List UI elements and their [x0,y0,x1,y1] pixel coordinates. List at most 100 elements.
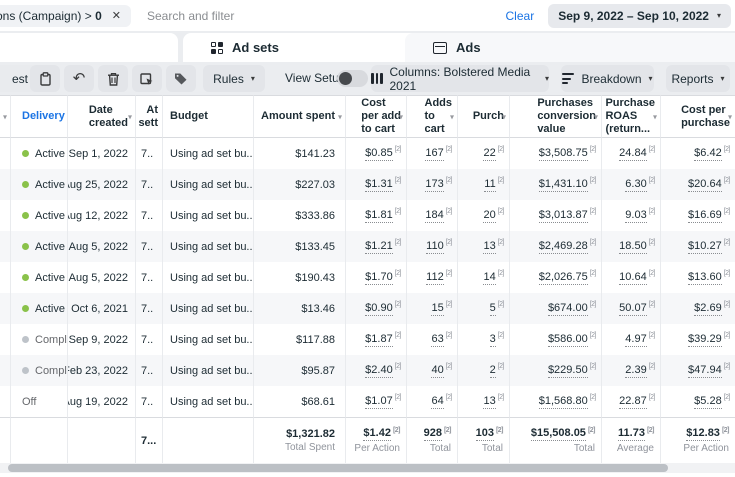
metric-value[interactable]: 63 [431,333,443,347]
metric-value[interactable]: $1.87 [365,333,393,347]
metric-value[interactable]: 110 [426,240,444,254]
metric-value[interactable]: $0.90 [365,302,393,316]
column-header-cost-per-purchase[interactable]: Cost per purchase▾ [660,95,735,138]
columns-button[interactable]: Columns: Bolstered Media 2021 ▾ [371,65,549,92]
metric-value[interactable]: $2.69 [694,302,722,316]
campaigns-tab-clipped[interactable] [0,33,178,62]
metric-value[interactable]: 167 [425,147,443,161]
metric-value[interactable]: 9.03 [625,209,646,223]
column-header-amount-spent[interactable]: Amount spent▾ [253,95,345,138]
tab-ad-sets[interactable]: Ad sets [183,33,428,62]
metric-value[interactable]: 184 [425,209,443,223]
duplicate-button[interactable] [30,65,60,92]
metric-value[interactable]: 20 [483,209,495,223]
metric-value[interactable]: 22.87 [619,395,647,409]
metric-value[interactable]: 5 [490,302,496,316]
horizontal-scrollbar-thumb[interactable] [8,464,668,472]
tag-button[interactable] [166,65,196,92]
breakdown-button[interactable]: Breakdown ▾ [561,65,654,92]
metric-value[interactable]: $10.27 [688,240,722,254]
metric-value[interactable]: 2 [490,364,496,378]
metric-value[interactable]: $13.60 [688,271,722,285]
metric-value[interactable]: $3,508.75 [539,147,588,161]
edit-button[interactable] [132,65,162,92]
metric-value[interactable]: $47.94 [688,364,722,378]
column-header-purchase-roas-return[interactable]: Purchase ROAS (return...▾ [601,95,660,138]
column-header-select[interactable]: ▾ [0,95,10,138]
metric-value[interactable]: $1.31 [365,178,393,192]
metric-value[interactable]: $229.50 [548,364,588,378]
column-header-date-created[interactable]: Date created▾ [67,95,135,138]
metric-value[interactable]: 6.30 [625,178,646,192]
metric-value[interactable]: 40 [431,364,443,378]
metric-value[interactable]: 928 [424,427,442,441]
metric-value[interactable]: $5.28 [694,395,722,409]
row-select-cell[interactable] [0,324,10,355]
metric-value[interactable]: 24.84 [619,147,647,161]
column-header-cost-per-add-to-cart[interactable]: Cost per add to cart▾ [345,95,406,138]
metric-value[interactable]: 11.73 [618,427,645,441]
metric-value[interactable]: $3,013.87 [539,209,588,223]
reports-button[interactable]: Reports ▾ [666,65,730,92]
active-filter-chip[interactable]: ons (Campaign) > 0 ✕ [0,5,131,27]
metric-value[interactable]: 18.50 [619,240,647,254]
metric-value[interactable]: $1.42 [363,427,391,441]
row-select-cell[interactable] [0,386,10,417]
column-header-at-sett[interactable]: At sett [135,95,162,138]
metric-value[interactable]: $2,026.75 [539,271,588,285]
close-icon[interactable]: ✕ [112,9,121,22]
metric-value[interactable]: 64 [431,395,443,409]
search-input[interactable] [145,8,506,24]
metric-value[interactable]: $6.42 [694,147,722,161]
metric-value[interactable]: 15 [431,302,443,316]
column-header-budget[interactable]: Budget [162,95,253,138]
metric-value[interactable]: $2,469.28 [539,240,588,254]
metric-value[interactable]: 22 [483,147,495,161]
metric-value[interactable]: 112 [426,271,444,285]
metric-value[interactable]: 13 [483,395,495,409]
metric-value[interactable]: 14 [483,271,495,285]
row-select-cell[interactable] [0,200,10,231]
metric-value[interactable]: $2.40 [365,364,393,378]
metric-value[interactable]: 11 [484,178,495,192]
date-range-selector[interactable]: Sep 9, 2022 – Sep 10, 2022 ▾ [548,4,731,28]
metric-value[interactable]: $586.00 [548,333,588,347]
metric-value[interactable]: $1,568.80 [539,395,588,409]
row-select-cell[interactable] [0,169,10,200]
metric-value[interactable]: $674.00 [548,302,588,316]
metric-value[interactable]: 173 [425,178,443,192]
metric-value[interactable]: 2.39 [625,364,646,378]
metric-value[interactable]: $1.70 [365,271,393,285]
metric-value[interactable]: $0.85 [365,147,393,161]
metric-value[interactable]: 50.07 [619,302,647,316]
metric-value[interactable]: $1,431.10 [539,178,588,192]
column-header-delivery[interactable]: Delivery↑ [10,95,67,138]
metric-value[interactable]: 103 [476,427,494,441]
metric-value[interactable]: $20.64 [688,178,722,192]
rules-button[interactable]: Rules ▾ [203,65,265,92]
row-select-cell[interactable] [0,138,10,169]
row-select-cell[interactable] [0,355,10,386]
view-setup-toggle[interactable] [337,70,368,87]
metric-value[interactable]: $39.29 [688,333,722,347]
row-select-cell[interactable] [0,262,10,293]
column-header-purch[interactable]: Purch▾ [457,95,509,138]
row-select-cell[interactable] [0,231,10,262]
tab-ads[interactable]: Ads [405,33,735,62]
clear-filters-button[interactable]: Clear [506,9,535,23]
metric-value[interactable]: $15,508.05 [531,427,586,441]
delete-button[interactable] [98,65,128,92]
metric-value[interactable]: $1.07 [365,395,393,409]
column-header-purchases-conversion-value[interactable]: Purchases conversion value▾ [509,95,601,138]
metric-value[interactable]: $12.83 [686,427,720,441]
metric-value[interactable]: $1.21 [365,240,393,254]
undo-button[interactable]: ↶ [64,65,94,92]
metric-value[interactable]: 13 [483,240,495,254]
row-select-cell[interactable] [0,293,10,324]
metric-value[interactable]: 10.64 [619,271,647,285]
column-header-adds-to-cart[interactable]: Adds to cart▾ [406,95,457,138]
metric-value[interactable]: 3 [490,333,496,347]
metric-value[interactable]: $1.81 [365,209,393,223]
metric-value[interactable]: $16.69 [688,209,722,223]
metric-value[interactable]: 4.97 [625,333,646,347]
